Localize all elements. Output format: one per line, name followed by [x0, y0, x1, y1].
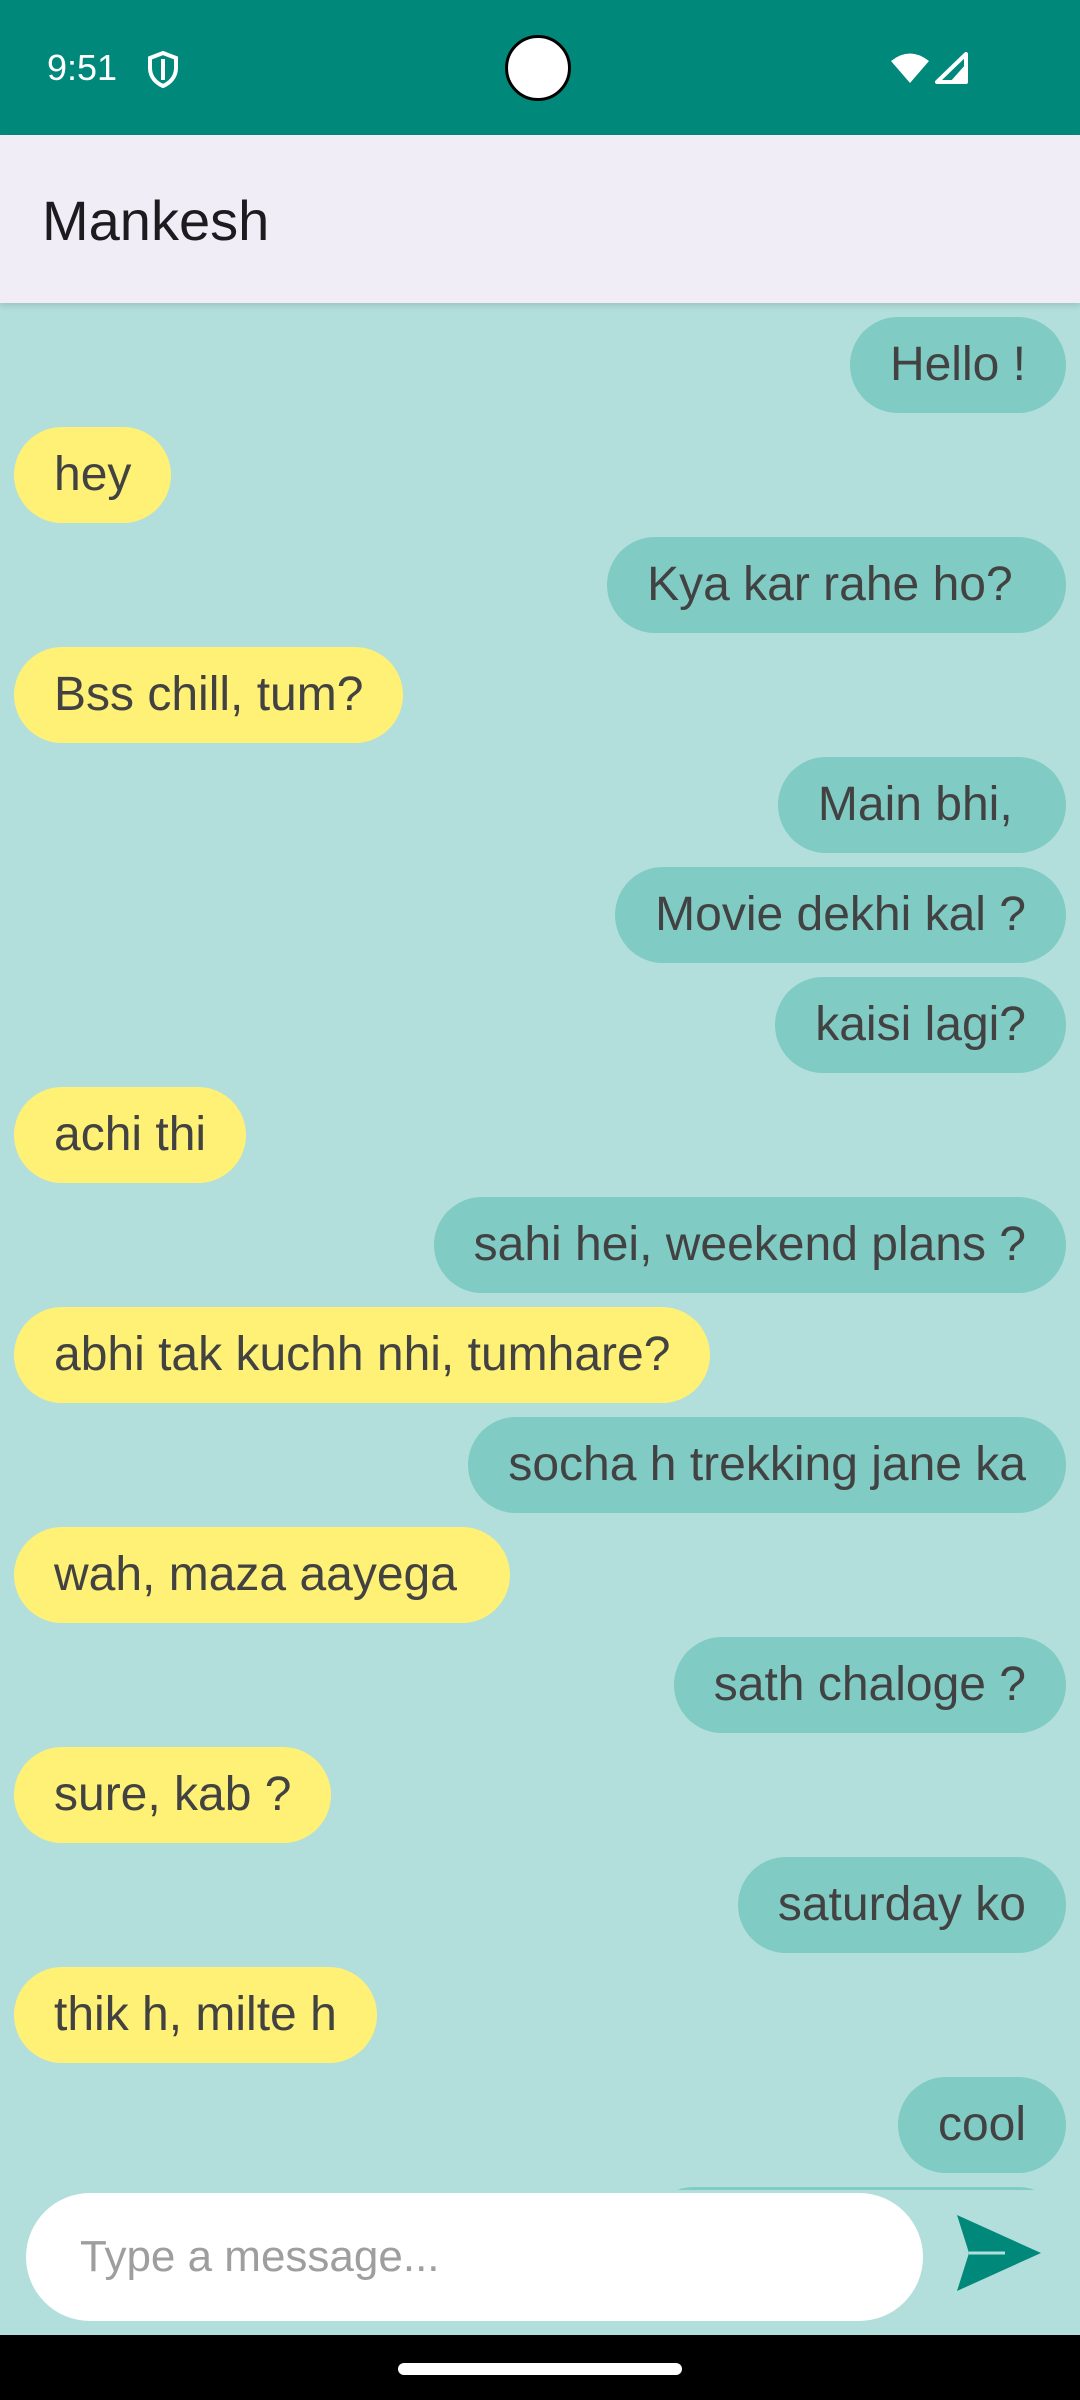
sent-message-bubble[interactable]: Main bhi,	[777, 757, 1066, 853]
sent-message-bubble[interactable]: Hello !	[849, 317, 1066, 413]
sent-message-bubble[interactable]: cool	[897, 2077, 1066, 2173]
sent-message-bubble[interactable]: sath chaloge ?	[673, 1637, 1066, 1733]
received-message-bubble[interactable]: wah, maza aayega	[14, 1527, 511, 1623]
chat-screen: 9:51 Mankesh Hello ! hey Kya kar rahe ho? …	[0, 0, 1080, 2400]
home-handle[interactable]	[398, 2363, 682, 2375]
sent-message-bubble[interactable]: Kya kar rahe ho?	[607, 537, 1066, 633]
app-bar: Mankesh	[0, 135, 1080, 303]
camera-cutout	[505, 35, 571, 101]
navigation-bar	[0, 2335, 1080, 2400]
received-message-bubble[interactable]: Bss chill, tum?	[14, 647, 404, 743]
received-message-bubble[interactable]: abhi tak kuchh nhi, tumhare?	[14, 1307, 711, 1403]
signal-icon	[935, 52, 968, 84]
status-bar: 9:51	[0, 0, 1080, 135]
contact-name: Mankesh	[42, 189, 270, 252]
received-message-bubble[interactable]: hey	[14, 427, 172, 523]
received-message-bubble[interactable]: sure, kab ?	[14, 1747, 332, 1843]
wifi-icon	[891, 53, 929, 83]
send-icon[interactable]	[953, 2209, 1045, 2297]
status-time: 9:51	[47, 47, 118, 88]
sent-message-bubble[interactable]: sahi hei, weekend plans ?	[433, 1197, 1066, 1293]
sent-message-bubble[interactable]: Movie dekhi kal ?	[615, 867, 1066, 963]
shield-icon	[148, 50, 178, 88]
sent-message-bubble[interactable]: kaisi lagi?	[775, 977, 1066, 1073]
received-message-bubble[interactable]: thik h, milte h	[14, 1967, 377, 2063]
sent-message-bubble[interactable]: saturday ko	[737, 1857, 1066, 1953]
message-list[interactable]: Hello ! hey Kya kar rahe ho? Bss chill, tu…	[0, 303, 1080, 2190]
message-composer	[0, 2190, 1080, 2335]
sent-message-bubble[interactable]: socha h trekking jane ka	[468, 1417, 1066, 1513]
message-input[interactable]	[26, 2193, 923, 2321]
received-message-bubble[interactable]: achi thi	[14, 1087, 247, 1183]
